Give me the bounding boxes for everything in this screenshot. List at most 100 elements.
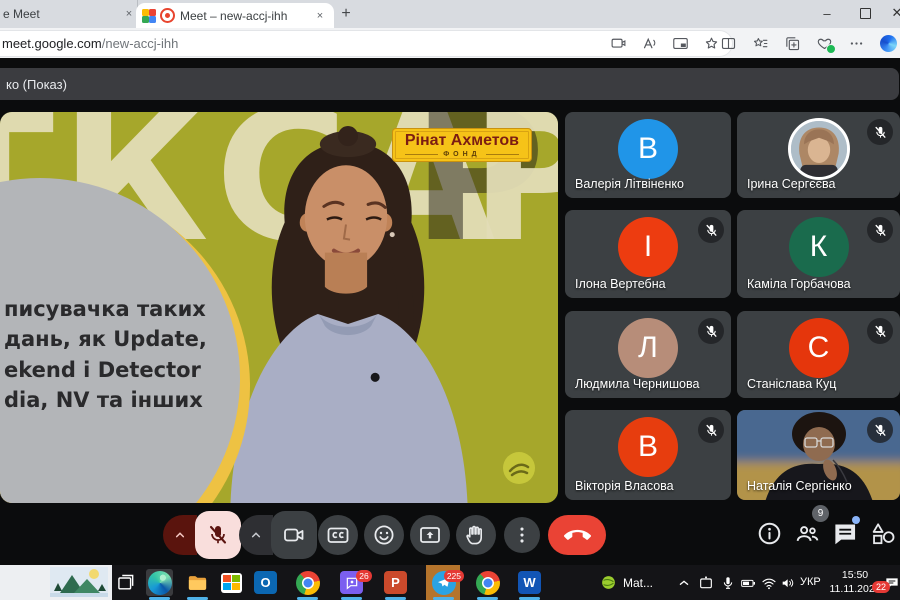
mic-off-icon xyxy=(867,417,893,443)
mic-off-icon xyxy=(698,318,724,344)
url-path: /new-accj-ihh xyxy=(102,36,179,51)
taskbar-store-icon[interactable] xyxy=(218,569,245,596)
avatar: Л xyxy=(618,318,678,378)
tray-battery-icon[interactable] xyxy=(740,565,756,600)
notifications-badge: 22 xyxy=(872,581,890,593)
info-button[interactable] xyxy=(756,520,783,547)
mic-off-icon xyxy=(867,217,893,243)
browser-tab-strip: e Meet × Meet – new-accj-ihh × + – ✕ xyxy=(0,0,900,28)
participant-name: Ілона Вертебна xyxy=(575,277,666,291)
participant-name: Людмила Чернишова xyxy=(575,377,699,391)
tray-microphone-icon[interactable] xyxy=(720,565,736,600)
address-bar[interactable]: meet.google.com/new-accj-ihh xyxy=(0,31,732,56)
chat-button[interactable] xyxy=(832,520,859,547)
viber-badge: 26 xyxy=(356,570,372,582)
avatar: В xyxy=(618,417,678,477)
favorites-icon[interactable] xyxy=(752,35,769,52)
maximize-button[interactable] xyxy=(850,0,880,26)
captions-button[interactable] xyxy=(318,515,358,555)
participant-tile[interactable]: К Каміла Горбачова xyxy=(737,210,900,298)
reactions-button[interactable] xyxy=(364,515,404,555)
participant-tile[interactable]: І Ілона Вертебна xyxy=(565,210,731,298)
tab-close-icon[interactable]: × xyxy=(121,6,137,22)
more-menu-icon[interactable] xyxy=(848,35,865,52)
new-tab-button[interactable]: + xyxy=(336,4,356,24)
mic-options-chevron[interactable] xyxy=(163,515,197,555)
mic-off-icon xyxy=(867,119,893,145)
avatar-photo xyxy=(788,118,850,180)
minimize-button[interactable]: – xyxy=(812,0,842,26)
taskbar-powerpoint-icon[interactable]: P xyxy=(382,569,409,596)
participant-tile[interactable]: В Вікторія Власова xyxy=(565,410,731,500)
camera-options-chevron[interactable] xyxy=(239,515,273,555)
taskbar-telegram-icon[interactable]: 225 xyxy=(430,569,457,596)
badge-title: Рінат Ахметов xyxy=(405,132,519,150)
split-screen-icon[interactable] xyxy=(720,35,737,52)
copilot-icon[interactable] xyxy=(880,35,897,52)
main-video-tile[interactable]: ТКСА Р Р писувачка таких да xyxy=(0,112,558,503)
browser-essentials-icon[interactable] xyxy=(816,35,833,52)
present-screen-button[interactable] xyxy=(410,515,450,555)
url-domain: meet.google.com xyxy=(2,36,102,51)
avatar: В xyxy=(618,119,678,179)
participant-tile[interactable]: В Валерія Літвіненко xyxy=(565,112,731,198)
mic-off-button[interactable] xyxy=(195,511,241,559)
avatar-initial: В xyxy=(638,132,658,166)
taskbar-edge-icon[interactable] xyxy=(146,569,173,596)
picture-in-picture-icon[interactable] xyxy=(672,35,689,52)
avatar-initial: В xyxy=(638,430,658,464)
people-button[interactable] xyxy=(794,520,821,547)
read-aloud-icon[interactable] xyxy=(641,35,658,52)
badge-subtitle: ФОНД xyxy=(443,151,480,158)
avatar: І xyxy=(618,217,678,277)
raise-hand-button[interactable] xyxy=(456,515,496,555)
participant-name: Ірина Сергєєва xyxy=(747,177,835,191)
tray-show-hidden-icons[interactable] xyxy=(676,565,692,600)
more-options-button[interactable] xyxy=(504,517,540,553)
taskbar-chrome2-icon[interactable] xyxy=(474,569,501,596)
tray-meet-window-icon[interactable] xyxy=(698,565,714,600)
speaker-portrait xyxy=(222,124,474,503)
tray-app[interactable]: Mat... xyxy=(600,565,653,600)
mic-off-icon xyxy=(698,217,724,243)
tray-wifi-icon[interactable] xyxy=(761,565,777,600)
taskbar-file-explorer-icon[interactable] xyxy=(184,569,211,596)
end-call-button[interactable] xyxy=(548,515,606,555)
taskbar-viber-icon[interactable]: 26 xyxy=(338,569,365,596)
presentation-banner-text: ко (Показ) xyxy=(6,77,67,92)
avatar-initial: І xyxy=(644,230,652,264)
taskbar-word-icon[interactable]: W xyxy=(516,569,543,596)
taskbar-chrome-icon[interactable] xyxy=(294,569,321,596)
activities-button[interactable] xyxy=(870,520,897,547)
chat-notification-dot xyxy=(852,516,860,524)
avatar-initial: С xyxy=(808,331,830,365)
participant-name: Вікторія Власова xyxy=(575,479,674,493)
camera-button[interactable] xyxy=(271,511,317,559)
tray-app-icon xyxy=(600,574,617,591)
tray-volume-icon[interactable] xyxy=(780,565,796,600)
participant-tile[interactable]: С Станіслава Куц xyxy=(737,311,900,398)
meet-favicon-icon xyxy=(142,9,156,23)
channel-logo-icon xyxy=(502,451,536,485)
avatar: С xyxy=(789,318,849,378)
tab-meet-active[interactable]: Meet – new-accj-ihh × xyxy=(136,3,334,28)
caption-text: писувачка таких дань, як Update, ekend i… xyxy=(4,294,207,416)
close-button[interactable]: ✕ xyxy=(882,0,900,26)
collections-icon[interactable] xyxy=(784,35,801,52)
participant-tile[interactable]: Л Людмила Чернишова xyxy=(565,311,731,398)
participant-tile[interactable]: Наталія Сергієнко xyxy=(737,410,900,500)
browser-toolbar: meet.google.com/new-accj-ihh xyxy=(0,28,900,58)
tab-close-icon[interactable]: × xyxy=(312,8,328,24)
avatar-initial: Л xyxy=(638,331,658,365)
foundation-badge: Рінат Ахметов ФОНД xyxy=(392,128,532,162)
widgets-button[interactable] xyxy=(0,565,112,600)
tab-title: Meet – new-accj-ihh xyxy=(180,9,312,23)
task-view-button[interactable] xyxy=(112,569,139,596)
participant-tile[interactable]: Ірина Сергєєва xyxy=(737,112,900,198)
taskbar-outlook-icon[interactable]: O xyxy=(252,569,279,596)
telegram-badge: 225 xyxy=(444,570,464,582)
tab-google-meet[interactable]: e Meet × xyxy=(0,0,138,28)
web-capture-icon[interactable] xyxy=(610,35,627,52)
favorite-star-icon[interactable] xyxy=(703,35,720,52)
tray-language-indicator[interactable]: УКР xyxy=(800,576,821,588)
